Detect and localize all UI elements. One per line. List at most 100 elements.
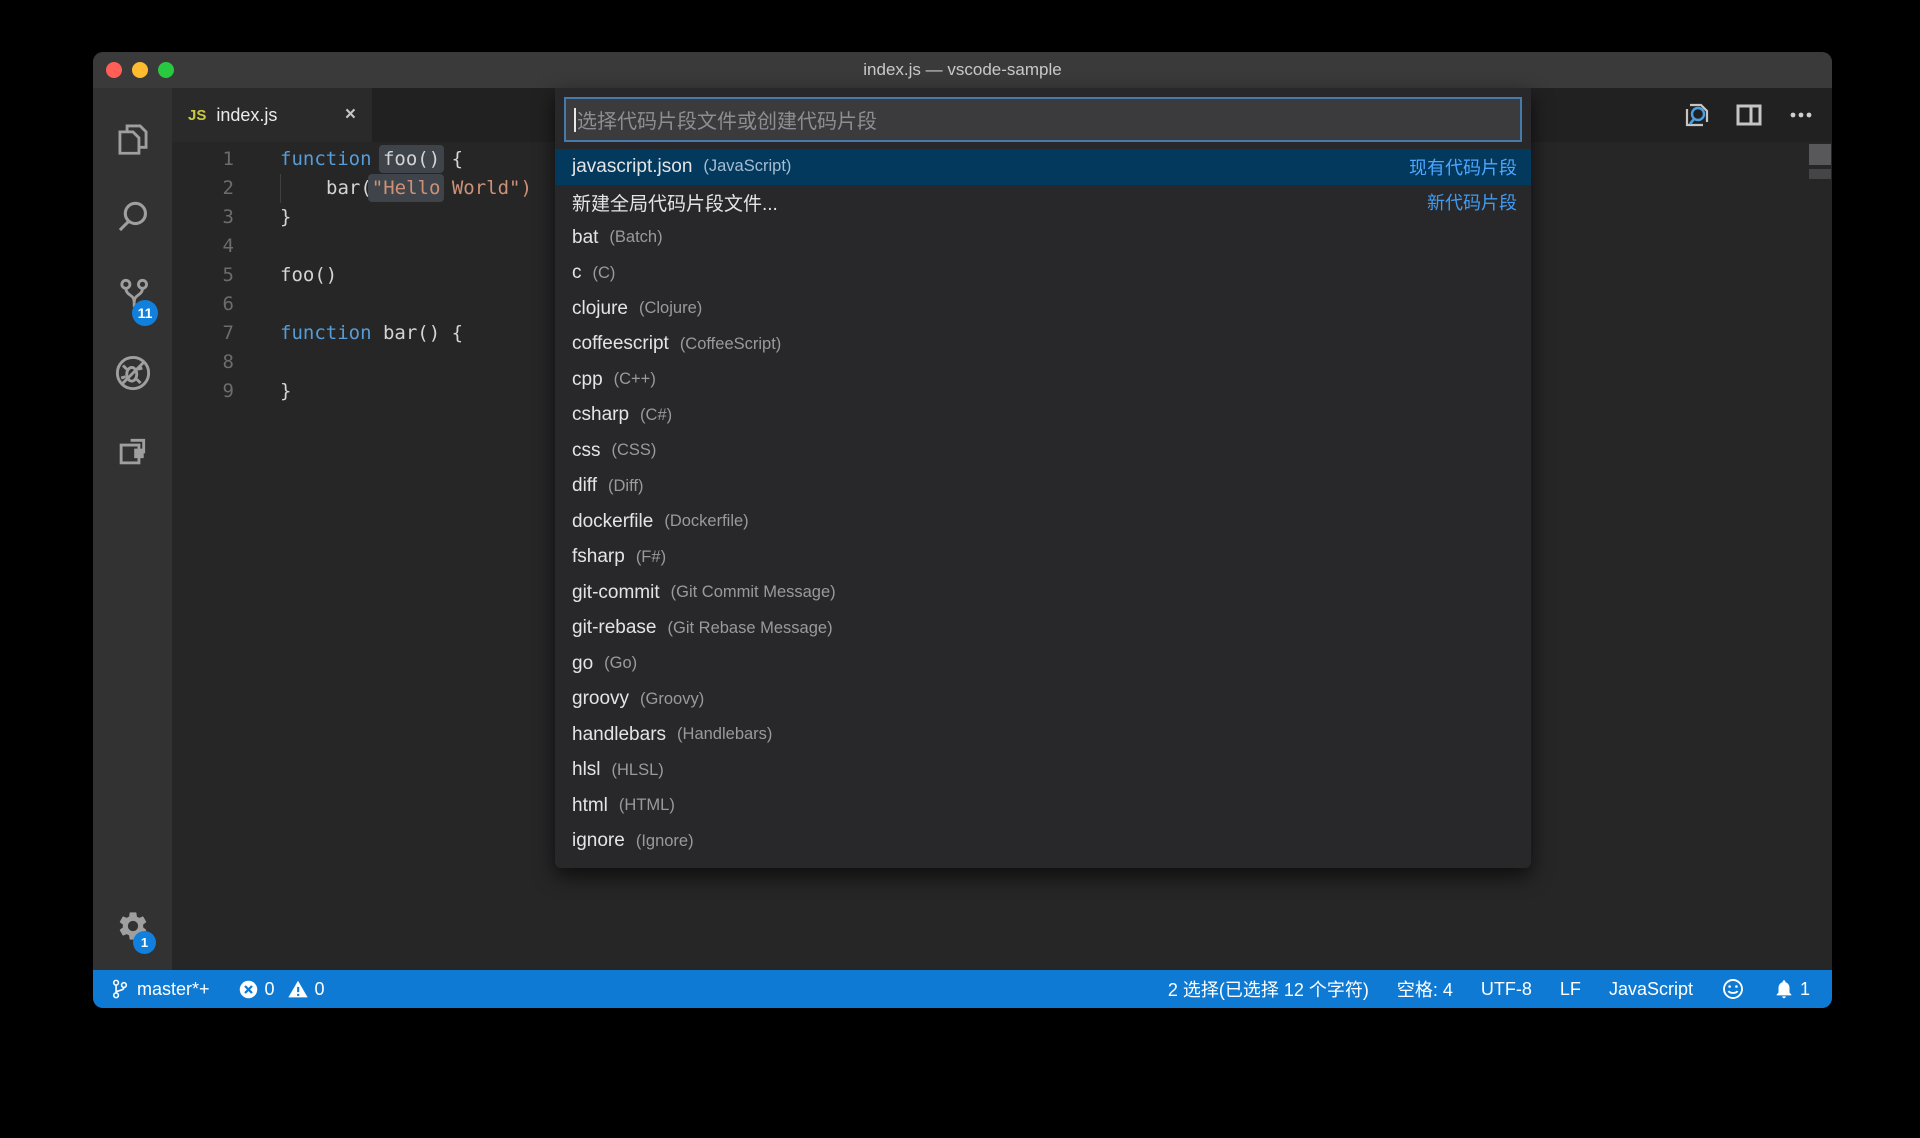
search-icon — [114, 198, 152, 236]
problems-status[interactable]: 0 0 — [238, 979, 325, 1000]
tab-label: index.js — [216, 105, 277, 126]
quickpick-item[interactable]: csharp(C#) — [555, 398, 1531, 434]
quickpick-item[interactable]: groovy (Groovy) — [555, 682, 1531, 718]
quickpick-item-description: (C#) — [640, 406, 672, 425]
error-count: 0 — [265, 979, 275, 1000]
quickpick-item[interactable]: html(HTML) — [555, 788, 1531, 824]
quickpick-item-name: hlsl — [572, 759, 601, 781]
feedback-smiley-icon[interactable] — [1721, 977, 1745, 1001]
quickpick-item-name: dockerfile — [572, 511, 653, 533]
quickpick-item[interactable]: git-rebase(Git Rebase Message) — [555, 611, 1531, 647]
vscode-window: index.js — vscode-sample — [93, 52, 1832, 1008]
quickpick-item[interactable]: diff(Diff) — [555, 469, 1531, 505]
quickpick-item-name: coffeescript — [572, 333, 669, 355]
tab-index-js[interactable]: JS index.js × — [172, 88, 372, 142]
quick-pick-input[interactable]: 选择代码片段文件或创建代码片段 — [564, 97, 1522, 142]
quickpick-item-description: (Git Commit Message) — [671, 583, 836, 602]
line-number: 7 — [172, 319, 234, 348]
code-text: } — [280, 203, 291, 232]
quickpick-item[interactable]: coffeescript(CoffeeScript) — [555, 327, 1531, 363]
quickpick-item-description: (CSS) — [612, 441, 657, 460]
bell-icon — [1773, 978, 1795, 1000]
line-number: 6 — [172, 290, 234, 319]
quickpick-item-name: go — [572, 653, 593, 675]
quickpick-item-name: handlebars — [572, 724, 666, 746]
encoding-status[interactable]: UTF-8 — [1481, 979, 1532, 1000]
manage-button[interactable]: 1 — [93, 896, 172, 956]
quickpick-item-name: groovy — [572, 688, 629, 710]
text-cursor — [574, 108, 576, 132]
quickpick-item[interactable]: hlsl(HLSL) — [555, 753, 1531, 789]
sidebar-item-explorer[interactable] — [93, 100, 172, 178]
quickpick-item[interactable]: javascript.json (JavaScript) 现有代码片段 — [555, 149, 1531, 185]
quickpick-item[interactable]: cpp(C++) — [555, 362, 1531, 398]
split-editor-icon[interactable] — [1733, 99, 1765, 131]
sidebar-item-search[interactable] — [93, 178, 172, 256]
notification-count: 1 — [1800, 979, 1810, 1000]
quickpick-item-description: (JavaScript) — [703, 157, 791, 176]
sidebar-item-source-control[interactable]: 11 — [93, 256, 172, 334]
tab-close-icon[interactable]: × — [345, 104, 356, 126]
line-number: 4 — [172, 232, 234, 261]
sidebar-item-debug[interactable] — [93, 334, 172, 412]
quickpick-item[interactable]: clojure(Clojure) — [555, 291, 1531, 327]
indentation-status[interactable]: 空格: 4 — [1397, 976, 1453, 1002]
quickpick-item-name: javascript.json — [572, 156, 692, 178]
quickpick-item[interactable]: css (CSS) — [555, 433, 1531, 469]
close-window-button[interactable] — [106, 62, 122, 78]
manage-badge: 1 — [133, 931, 156, 954]
quickpick-item[interactable]: fsharp (F#) — [555, 540, 1531, 576]
line-number: 1 — [172, 145, 234, 174]
quickpick-item-description: (Dockerfile) — [664, 512, 748, 531]
sidebar-item-extensions[interactable] — [93, 412, 172, 490]
error-icon — [238, 979, 259, 1000]
quickpick-item-description: (HTML) — [619, 796, 675, 815]
find-in-file-icon[interactable] — [1681, 99, 1713, 131]
traffic-lights — [106, 62, 174, 78]
quick-pick-placeholder: 选择代码片段文件或创建代码片段 — [577, 105, 877, 134]
title-bar[interactable]: index.js — vscode-sample — [93, 52, 1832, 88]
warning-count: 0 — [315, 979, 325, 1000]
quickpick-item-name: css — [572, 440, 601, 462]
editor-actions — [1681, 99, 1817, 131]
minimize-window-button[interactable] — [132, 62, 148, 78]
quickpick-item-action-label: 现有代码片段 — [1409, 154, 1517, 180]
selection-status[interactable]: 2 选择(已选择 12 个字符) — [1168, 976, 1369, 1002]
quickpick-item[interactable]: ignore(Ignore) — [555, 824, 1531, 860]
source-control-badge: 11 — [132, 300, 158, 326]
more-actions-icon[interactable] — [1785, 99, 1817, 131]
quickpick-item[interactable]: git-commit (Git Commit Message) — [555, 575, 1531, 611]
quickpick-item-name: ignore — [572, 830, 625, 852]
quickpick-item[interactable]: bat(Batch) — [555, 220, 1531, 256]
quickpick-item-description: (F#) — [636, 548, 666, 567]
zoom-window-button[interactable] — [158, 62, 174, 78]
quickpick-item[interactable]: c(C) — [555, 256, 1531, 292]
quickpick-item-name: diff — [572, 475, 597, 497]
language-mode-status[interactable]: JavaScript — [1609, 979, 1693, 1000]
quickpick-item[interactable]: handlebars(Handlebars) — [555, 717, 1531, 753]
quickpick-item[interactable]: go(Go) — [555, 646, 1531, 682]
quickpick-item-description: (Groovy) — [640, 690, 704, 709]
quickpick-item-name: cpp — [572, 369, 603, 391]
quickpick-item-name: clojure — [572, 298, 628, 320]
line-number: 8 — [172, 348, 234, 377]
quick-pick-list: javascript.json (JavaScript) 现有代码片段新建全局代码片… — [555, 149, 1531, 859]
git-branch-icon — [110, 978, 130, 1000]
quickpick-item-name: fsharp — [572, 546, 625, 568]
editor-area[interactable]: JS index.js × — [172, 88, 1832, 970]
quickpick-item[interactable]: dockerfile (Dockerfile) — [555, 504, 1531, 540]
line-number: 9 — [172, 377, 234, 406]
quickpick-item-name: git-commit — [572, 582, 660, 604]
git-branch-status[interactable]: master*+ — [110, 978, 210, 1000]
eol-status[interactable]: LF — [1560, 979, 1581, 1000]
quickpick-item[interactable]: 新建全局代码片段文件...新代码片段 — [555, 185, 1531, 221]
quickpick-item-name: 新建全局代码片段文件... — [572, 189, 778, 216]
line-number: 2 — [172, 174, 234, 203]
files-icon — [114, 120, 152, 158]
notifications-status[interactable]: 1 — [1773, 978, 1810, 1000]
debug-icon — [113, 353, 153, 393]
line-number: 3 — [172, 203, 234, 232]
quickpick-item-name: bat — [572, 227, 598, 249]
overview-ruler-mark — [1809, 144, 1831, 165]
quick-pick-widget: 选择代码片段文件或创建代码片段 javascript.json (JavaScri… — [555, 88, 1531, 868]
